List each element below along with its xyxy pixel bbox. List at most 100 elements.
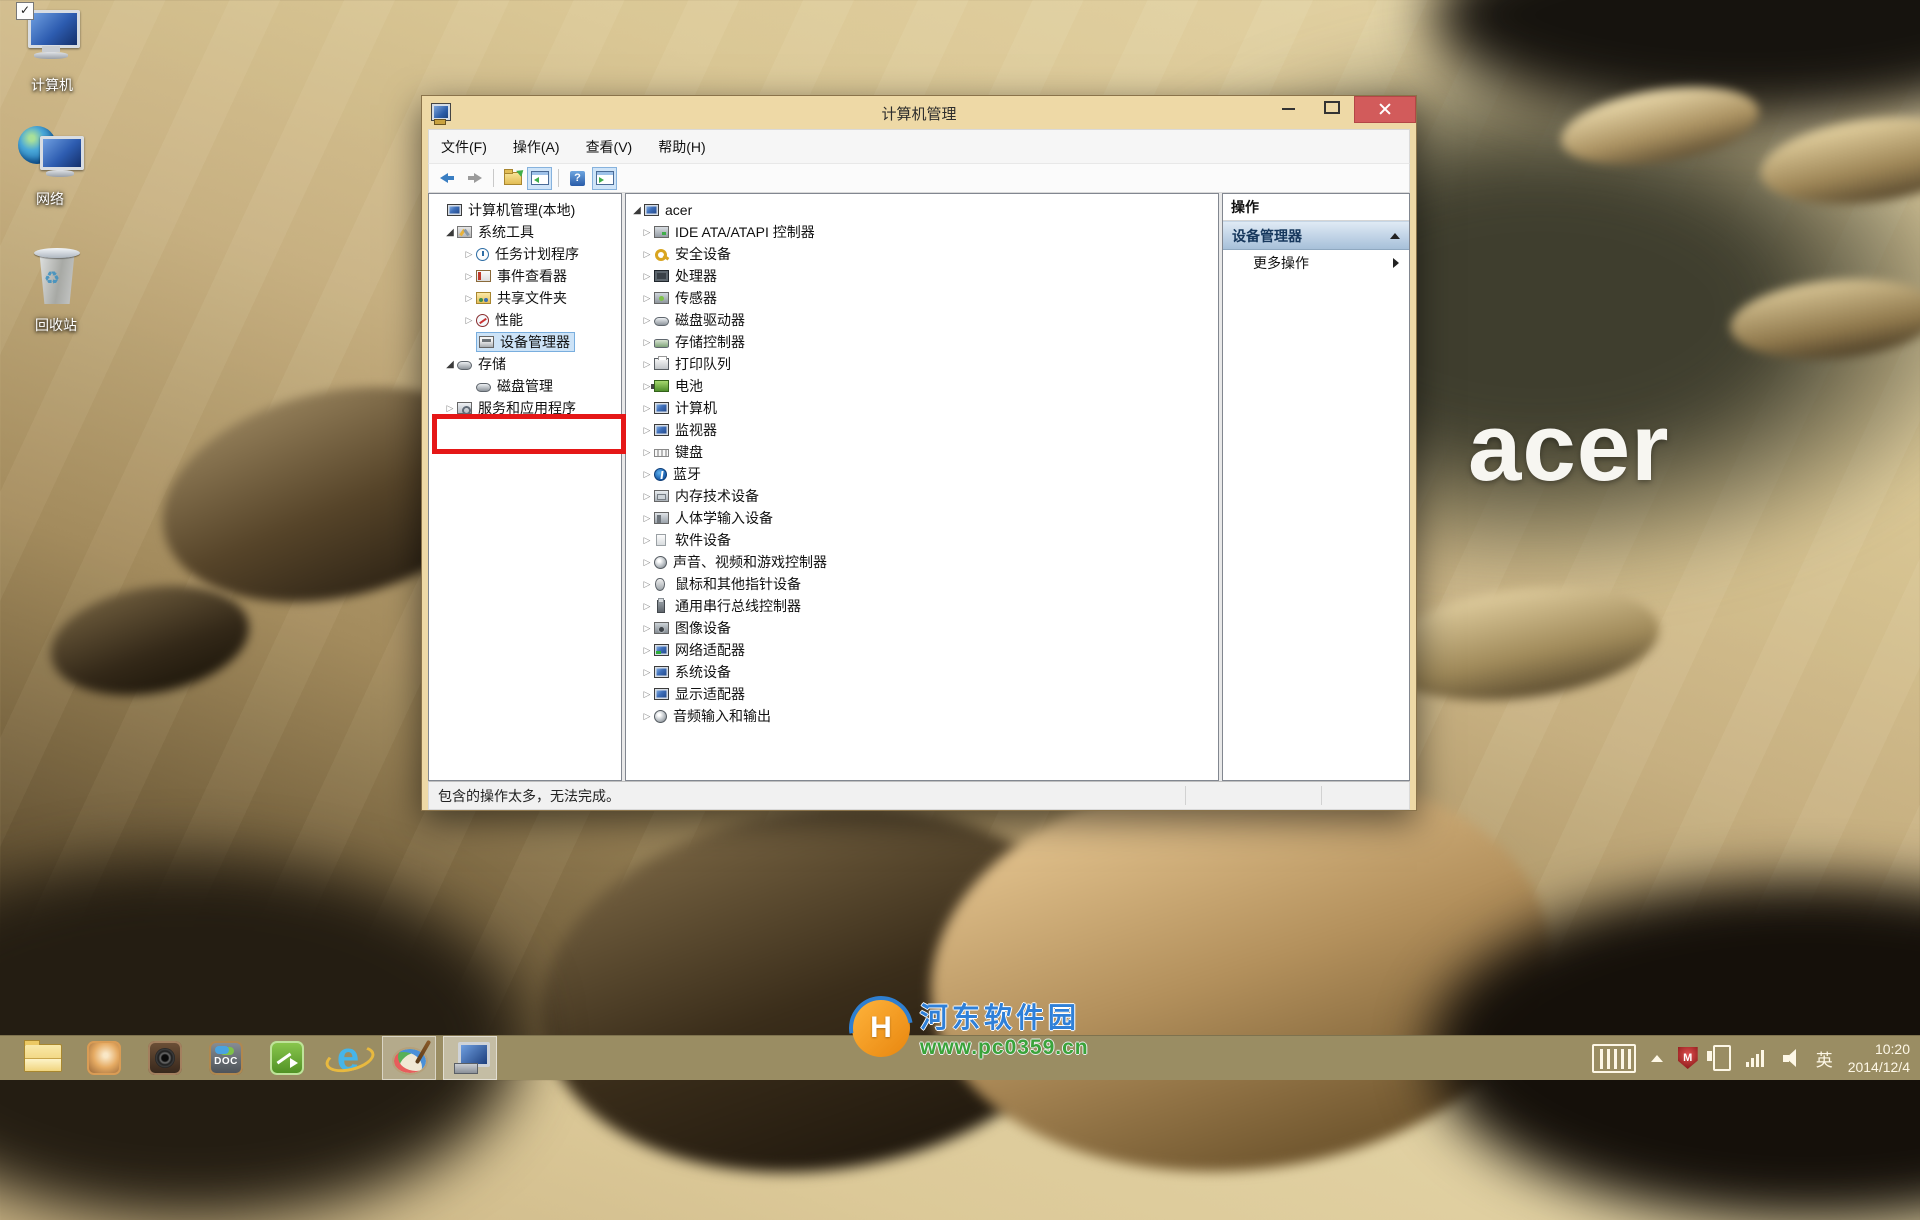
selection-checkbox[interactable] [16,2,34,20]
device-tree-item[interactable]: 安全设备 [626,243,1218,265]
desktop-icon-网络[interactable]: 网络 [2,122,98,209]
expander-collapsed-icon[interactable] [462,292,476,304]
taskbar-doc-app-button[interactable]: DOC [199,1036,253,1080]
device-tree-item[interactable]: 存储控制器 [626,331,1218,353]
expander-collapsed-icon[interactable] [640,666,654,678]
expander-collapsed-icon[interactable] [640,710,654,722]
taskbar-internet-explorer-button[interactable] [321,1036,375,1080]
console-tree-item[interactable]: 计算机管理(本地) [429,199,621,221]
taskbar-photos-app-button[interactable] [77,1036,131,1080]
expander-collapsed-icon[interactable] [640,248,654,260]
more-actions-item[interactable]: 更多操作 [1223,250,1409,276]
expander-collapsed-icon[interactable] [640,534,654,546]
console-tree-item[interactable]: 存储 [429,353,621,375]
expander-collapsed-icon[interactable] [640,468,654,480]
expander-collapsed-icon[interactable] [640,402,654,414]
taskbar-paint-app-button[interactable] [382,1036,436,1080]
device-tree-item[interactable]: 打印队列 [626,353,1218,375]
device-tree-item[interactable]: 网络适配器 [626,639,1218,661]
forward-button[interactable] [462,167,487,190]
menu-item-file[interactable]: 文件(F) [441,137,487,157]
expander-collapsed-icon[interactable] [640,688,654,700]
show-hidden-icons-icon[interactable] [1651,1055,1663,1062]
expander-collapsed-icon[interactable] [640,512,654,524]
device-tree-item[interactable]: acer [626,199,1218,221]
device-tree-item[interactable]: IDE ATA/ATAPI 控制器 [626,221,1218,243]
taskbar-music-app-button[interactable] [138,1036,192,1080]
touch-keyboard-icon[interactable] [1592,1044,1636,1073]
actions-section-header[interactable]: 设备管理器 [1223,221,1409,250]
expander-collapsed-icon[interactable] [640,358,654,370]
expander-collapsed-icon[interactable] [640,578,654,590]
expander-collapsed-icon[interactable] [640,490,654,502]
antivirus-shield-icon[interactable] [1678,1047,1698,1069]
help-button[interactable] [565,167,590,190]
console-tree-item[interactable]: 服务和应用程序 [429,397,621,419]
device-tree-item[interactable]: 电池 [626,375,1218,397]
console-tree-item[interactable]: 事件查看器 [429,265,621,287]
taskbar-file-explorer-button[interactable] [16,1036,70,1080]
device-tree-item[interactable]: 传感器 [626,287,1218,309]
expander-collapsed-icon[interactable] [640,600,654,612]
device-tree-item[interactable]: 处理器 [626,265,1218,287]
device-tree-item[interactable]: 键盘 [626,441,1218,463]
device-tree-item[interactable]: 鼠标和其他指针设备 [626,573,1218,595]
expander-collapsed-icon[interactable] [640,622,654,634]
maximize-button[interactable] [1310,96,1354,122]
console-tree-item[interactable]: 磁盘管理 [429,375,621,397]
console-pane-toggle-button[interactable] [527,167,552,190]
taskbar-computer-management-button[interactable] [443,1036,497,1080]
expander-expanded-icon[interactable] [630,204,644,217]
expander-expanded-icon[interactable] [443,226,457,239]
menu-item-view[interactable]: 查看(V) [586,137,633,157]
expander-collapsed-icon[interactable] [640,556,654,568]
show-console-tree-button[interactable] [500,167,525,190]
expander-collapsed-icon[interactable] [640,226,654,238]
device-tree-item[interactable]: 软件设备 [626,529,1218,551]
device-tree-item[interactable]: 计算机 [626,397,1218,419]
device-tree-item[interactable]: 声音、视频和游戏控制器 [626,551,1218,573]
console-tree-item[interactable]: 设备管理器 [429,331,621,353]
device-tree-item[interactable]: 通用串行总线控制器 [626,595,1218,617]
device-tree-item[interactable]: 磁盘驱动器 [626,309,1218,331]
power-icon[interactable] [1713,1045,1731,1071]
window-titlebar[interactable]: 计算机管理 [422,96,1416,129]
console-tree-item[interactable]: 性能 [429,309,621,331]
desktop-icon-计算机[interactable]: 计算机 [4,8,100,95]
device-tree-item[interactable]: 系统设备 [626,661,1218,683]
expander-collapsed-icon[interactable] [640,336,654,348]
menu-item-help[interactable]: 帮助(H) [658,137,705,157]
device-tree-item[interactable]: 人体学输入设备 [626,507,1218,529]
desktop-icon-回收站[interactable]: 回收站 [8,248,104,335]
action-pane-toggle-button[interactable] [592,167,617,190]
tray-clock[interactable]: 10:20 2014/12/4 [1848,1040,1910,1076]
expander-collapsed-icon[interactable] [443,402,457,414]
device-tree-item[interactable]: 监视器 [626,419,1218,441]
menu-item-action[interactable]: 操作(A) [513,137,560,157]
expander-collapsed-icon[interactable] [640,424,654,436]
device-tree-item[interactable]: 内存技术设备 [626,485,1218,507]
back-button[interactable] [435,167,460,190]
close-button[interactable] [1354,96,1416,123]
device-tree-item[interactable]: 显示适配器 [626,683,1218,705]
console-tree-item[interactable]: 系统工具 [429,221,621,243]
taskbar-media-app-button[interactable] [260,1036,314,1080]
expander-collapsed-icon[interactable] [640,292,654,304]
minimize-button[interactable] [1266,96,1310,122]
ime-indicator[interactable]: 英 [1816,1046,1833,1071]
device-tree-item[interactable]: 音频输入和输出 [626,705,1218,727]
device-tree-item[interactable]: 蓝牙 [626,463,1218,485]
expander-collapsed-icon[interactable] [640,314,654,326]
console-tree-item[interactable]: 共享文件夹 [429,287,621,309]
expander-collapsed-icon[interactable] [462,248,476,260]
device-tree-item[interactable]: 图像设备 [626,617,1218,639]
expander-collapsed-icon[interactable] [462,270,476,282]
network-signal-icon[interactable] [1746,1049,1768,1067]
volume-icon[interactable] [1783,1049,1801,1067]
expander-collapsed-icon[interactable] [640,270,654,282]
expander-collapsed-icon[interactable] [462,314,476,326]
console-tree-item[interactable]: 任务计划程序 [429,243,621,265]
expander-collapsed-icon[interactable] [640,446,654,458]
expander-collapsed-icon[interactable] [640,644,654,656]
expander-expanded-icon[interactable] [443,358,457,371]
